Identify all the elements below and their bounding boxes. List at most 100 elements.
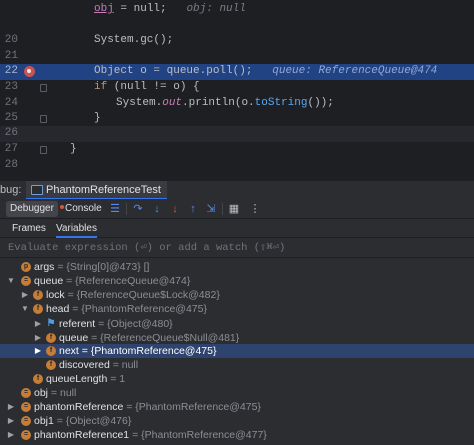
code-line[interactable]: 24 System.out.println(o.toString());: [0, 96, 474, 112]
variable-value: {Object@476}: [65, 415, 132, 427]
line-number: 27: [4, 143, 18, 155]
variable-row[interactable]: ▶ f queue = {ReferenceQueue$Null@481}: [0, 331, 474, 345]
variable-row[interactable]: ▶ = obj1 = {Object@476}: [0, 414, 474, 428]
code-text: Object o = queue.poll(); queue: Referenc…: [94, 65, 438, 77]
code-line[interactable]: 28: [0, 158, 474, 174]
debug-session-tab[interactable]: PhantomReferenceTest: [26, 181, 167, 200]
evaluate-input-placeholder: Evaluate expression (⏎) or add a watch (…: [8, 242, 286, 254]
show-execution-point-icon[interactable]: ☰: [108, 202, 122, 216]
variable-name: obj1: [34, 415, 54, 427]
variable-value: {PhantomReference@475}: [135, 401, 261, 413]
force-step-into-icon[interactable]: ↓: [168, 202, 182, 216]
code-text: if (null != o) {: [94, 81, 200, 93]
code-editor[interactable]: obj = null; obj: null 20 System.gc(); 21…: [0, 0, 474, 180]
local-variable-icon: =: [21, 430, 31, 440]
variable-name: phantomReference1: [34, 429, 130, 441]
session-tab-label: PhantomReferenceTest: [46, 184, 161, 196]
chevron-right-icon[interactable]: ▶: [21, 288, 29, 302]
inline-value-hint: queue: ReferenceQueue@474: [272, 65, 438, 77]
code-line[interactable]: 27 }: [0, 142, 474, 158]
step-into-icon[interactable]: ↓: [150, 202, 164, 216]
variable-value: null: [59, 387, 77, 399]
tab-console[interactable]: Console: [60, 201, 102, 217]
code-line[interactable]: 20 System.gc();: [0, 33, 474, 49]
variable-row[interactable]: = obj = null: [0, 386, 474, 400]
field-icon: f: [46, 333, 56, 343]
current-execution-line[interactable]: 22 Object o = queue.poll(); queue: Refer…: [0, 64, 474, 80]
line-number: 24: [4, 97, 18, 109]
line-number: 20: [4, 34, 18, 46]
field-icon: f: [33, 374, 43, 384]
more-options-icon[interactable]: ⋮: [248, 202, 262, 216]
chevron-right-icon[interactable]: ▶: [34, 331, 42, 345]
fold-icon[interactable]: [40, 146, 47, 154]
local-variable-icon: =: [21, 402, 31, 412]
run-to-cursor-icon[interactable]: ⇲: [204, 202, 218, 216]
local-variable-icon: =: [21, 416, 31, 426]
evaluate-expression-icon[interactable]: ▦: [227, 202, 241, 216]
code-line[interactable]: 23 if (null != o) {: [0, 80, 474, 96]
variable-name: lock: [46, 289, 65, 301]
debugger-subtabs: Frames Variables: [0, 219, 474, 238]
variable-value: 1: [119, 373, 126, 385]
field-icon: f: [33, 290, 43, 300]
variable-value: {Object@480}: [107, 318, 173, 330]
debug-toolbar: Debugger Console ☰ ↷ ↓ ↓ ↑ ⇲ ▦ ⋮: [0, 199, 474, 219]
chevron-right-icon[interactable]: ▶: [7, 414, 15, 428]
toolbar-separator: [126, 203, 127, 215]
variable-row[interactable]: f queueLength = 1: [0, 372, 474, 386]
variables-tree[interactable]: p args = {String[0]@473} [] ▼ = queue = …: [0, 258, 474, 445]
variable-row[interactable]: ▼ f head = {PhantomReference@475}: [0, 302, 474, 316]
code-text: }: [70, 143, 77, 155]
fold-icon[interactable]: [40, 115, 47, 123]
variable-row[interactable]: p args = {String[0]@473} []: [0, 260, 474, 274]
chevron-down-icon[interactable]: ▼: [21, 302, 29, 316]
step-out-icon[interactable]: ↑: [186, 202, 200, 216]
line-number: 21: [4, 50, 18, 62]
variable-name: phantomReference: [34, 401, 124, 413]
chevron-right-icon[interactable]: ▶: [7, 400, 15, 414]
line-number: 28: [4, 159, 18, 171]
variable-name: head: [46, 303, 70, 315]
field-icon: f: [46, 346, 56, 356]
flag-icon: ⚑: [46, 318, 56, 329]
field-icon: f: [33, 304, 43, 314]
inline-value-hint: obj: null: [186, 3, 246, 15]
variable-row[interactable]: f discovered = null: [0, 358, 474, 372]
tab-debugger[interactable]: Debugger: [6, 201, 58, 217]
variable-row[interactable]: ▶ = phantomReference = {PhantomReference…: [0, 400, 474, 414]
code-line[interactable]: obj = null; obj: null: [0, 2, 474, 18]
chevron-right-icon[interactable]: ▶: [7, 428, 15, 442]
toolbar-separator: [222, 203, 223, 215]
line-number: 26: [4, 127, 18, 139]
variable-row-selected[interactable]: ▶ f next = {PhantomReference@475}: [0, 344, 474, 358]
variable-value: {String[0]@473} []: [66, 261, 150, 273]
variable-name: referent: [59, 318, 96, 330]
variable-row[interactable]: ▼ = queue = {ReferenceQueue@474}: [0, 274, 474, 288]
local-variable-icon: =: [21, 388, 31, 398]
fold-icon[interactable]: [40, 84, 47, 92]
code-text: }: [94, 112, 101, 124]
variable-name: args: [34, 261, 55, 273]
variable-value: {PhantomReference@477}: [141, 429, 267, 441]
code-line[interactable]: 25 }: [0, 111, 474, 127]
chevron-down-icon[interactable]: ▼: [7, 274, 15, 288]
evaluate-expression-field[interactable]: Evaluate expression (⏎) or add a watch (…: [0, 239, 474, 258]
variable-name: obj: [34, 387, 49, 399]
parameter-icon: p: [21, 262, 31, 272]
tab-frames[interactable]: Frames: [12, 219, 46, 238]
code-line[interactable]: 21: [0, 49, 474, 65]
variable-row[interactable]: ▶ = phantomReference1 = {PhantomReferenc…: [0, 428, 474, 442]
breakpoint-icon[interactable]: [24, 66, 35, 77]
code-text: System.gc();: [94, 34, 174, 46]
variable-row[interactable]: ▶ ⚑ referent = {Object@480}: [0, 317, 474, 331]
variable-row[interactable]: ▶ f lock = {ReferenceQueue$Lock@482}: [0, 288, 474, 302]
code-line[interactable]: 26: [0, 126, 474, 142]
variable-value: null: [121, 359, 139, 371]
chevron-right-icon[interactable]: ▶: [34, 344, 42, 358]
chevron-right-icon[interactable]: ▶: [34, 317, 42, 331]
code-text: obj = null; obj: null: [94, 3, 246, 15]
step-over-icon[interactable]: ↷: [131, 202, 145, 216]
tab-variables[interactable]: Variables: [56, 219, 97, 238]
variable-value: {ReferenceQueue$Null@481}: [100, 332, 240, 344]
